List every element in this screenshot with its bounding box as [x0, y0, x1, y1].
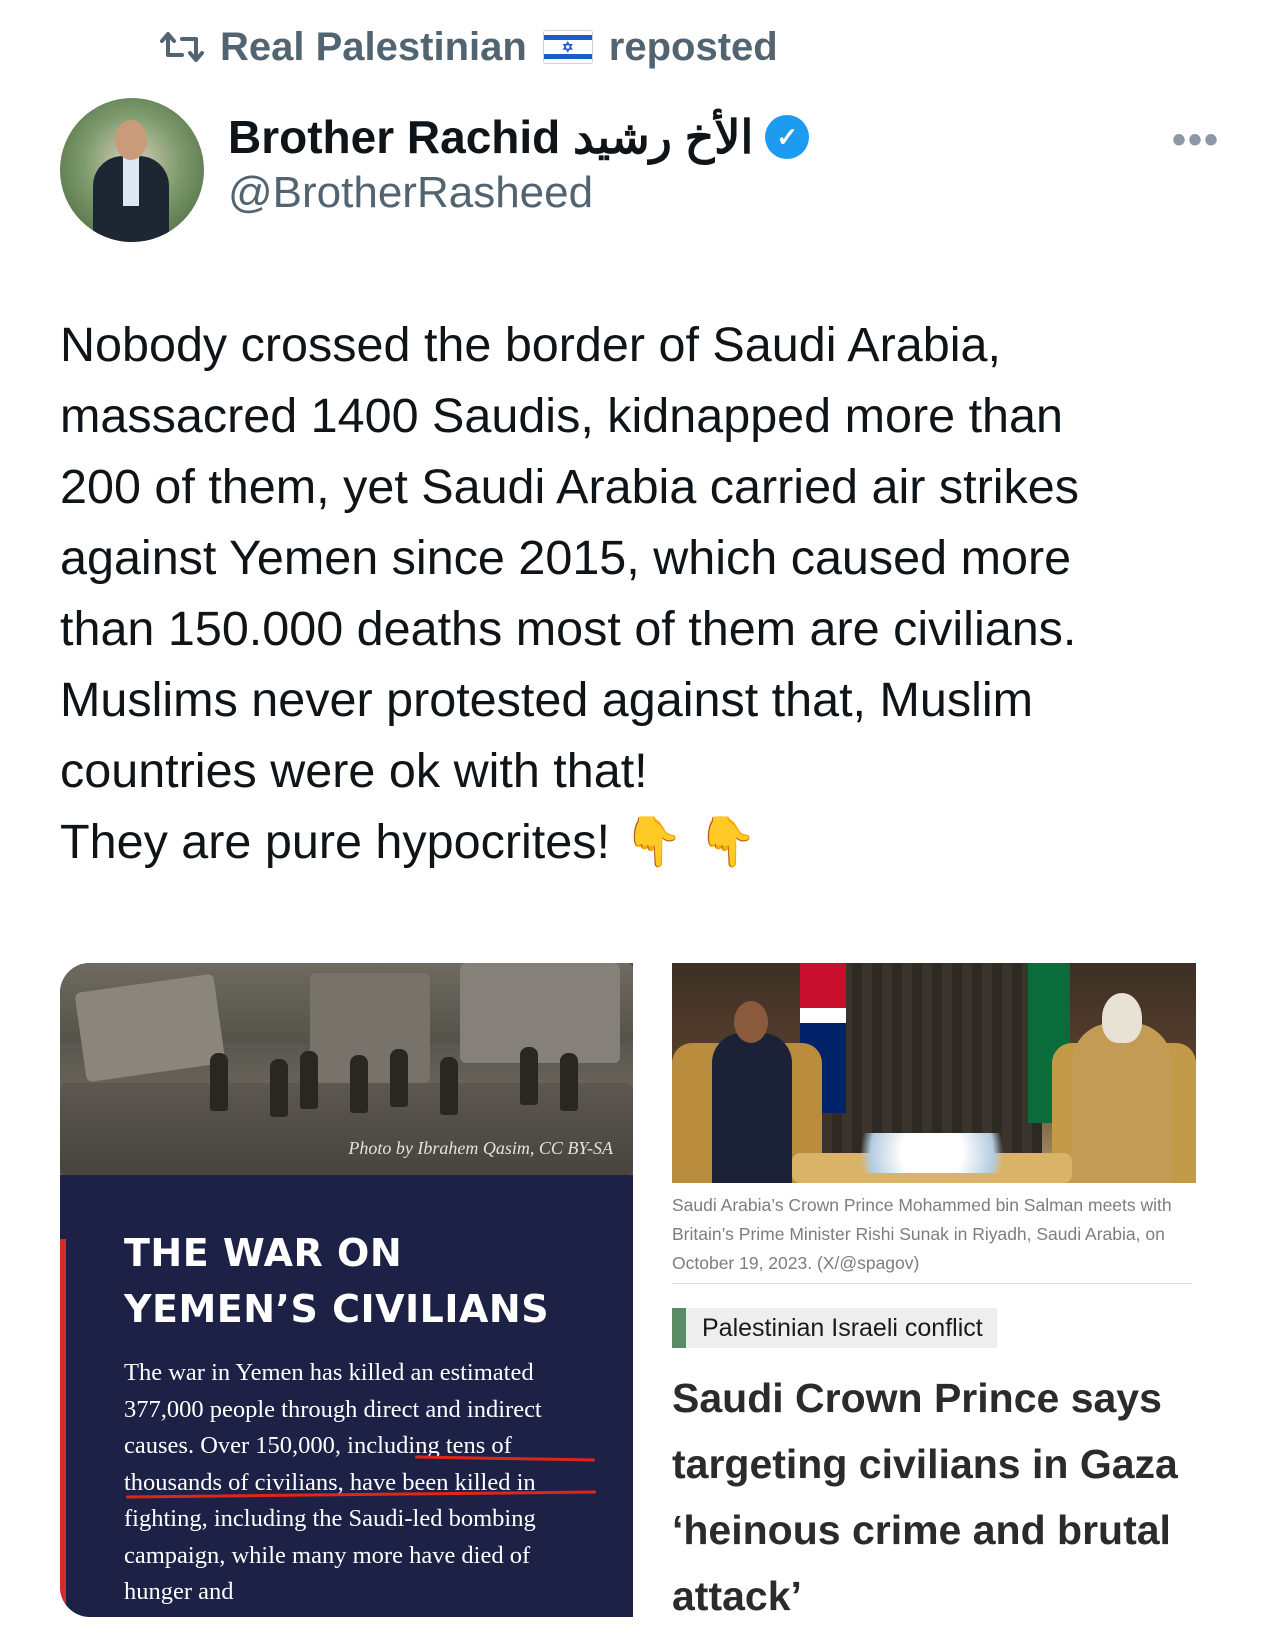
avatar-head — [115, 120, 147, 160]
author-handle[interactable]: @BrotherRasheed — [228, 168, 593, 218]
media-image-left[interactable]: Photo by Ibrahem Qasim, CC BY-SA THE WAR… — [60, 963, 633, 1617]
repost-icon — [160, 32, 204, 62]
author-name-row[interactable]: Brother Rachid الأخ رشيد ✓ — [228, 110, 810, 164]
category-tag-label: Palestinian Israeli conflict — [702, 1313, 983, 1342]
article-headline: Saudi Crown Prince says targeting civili… — [672, 1375, 1178, 1617]
avatar-shirt — [123, 156, 139, 206]
avatar[interactable] — [60, 98, 204, 242]
photo-credit: Photo by Ibrahem Qasim, CC BY-SA — [348, 1138, 613, 1158]
media-image-right[interactable]: Saudi Arabia’s Crown Prince Mohammed bin… — [672, 963, 1212, 1617]
tweet-text: Nobody crossed the border of Saudi Arabi… — [60, 318, 1079, 869]
category-tag: Palestinian Israeli conflict — [672, 1308, 997, 1348]
card-title: THE WAR ON YEMEN’S CIVILIANS — [124, 1231, 550, 1331]
accent-bar — [60, 1239, 66, 1617]
more-options-icon[interactable]: ••• — [1172, 118, 1220, 163]
verified-badge-icon: ✓ — [765, 115, 810, 159]
card-body: The war in Yemen has killed an estimated… — [124, 1359, 542, 1605]
meeting-photo — [672, 963, 1196, 1183]
photo-caption: Saudi Arabia’s Crown Prince Mohammed bin… — [672, 1195, 1172, 1273]
divider — [672, 1283, 1192, 1284]
repost-label: reposted — [608, 24, 778, 69]
yemen-rubble-photo: Photo by Ibrahem Qasim, CC BY-SA — [60, 963, 633, 1175]
reposter-name[interactable]: Real Palestinian — [220, 25, 527, 70]
israel-flag-icon: ✡ — [542, 30, 593, 64]
repost-header[interactable]: Real Palestinian ✡ reposted — [160, 22, 778, 72]
author-display-name[interactable]: Brother Rachid الأخ رشيد — [228, 110, 753, 164]
